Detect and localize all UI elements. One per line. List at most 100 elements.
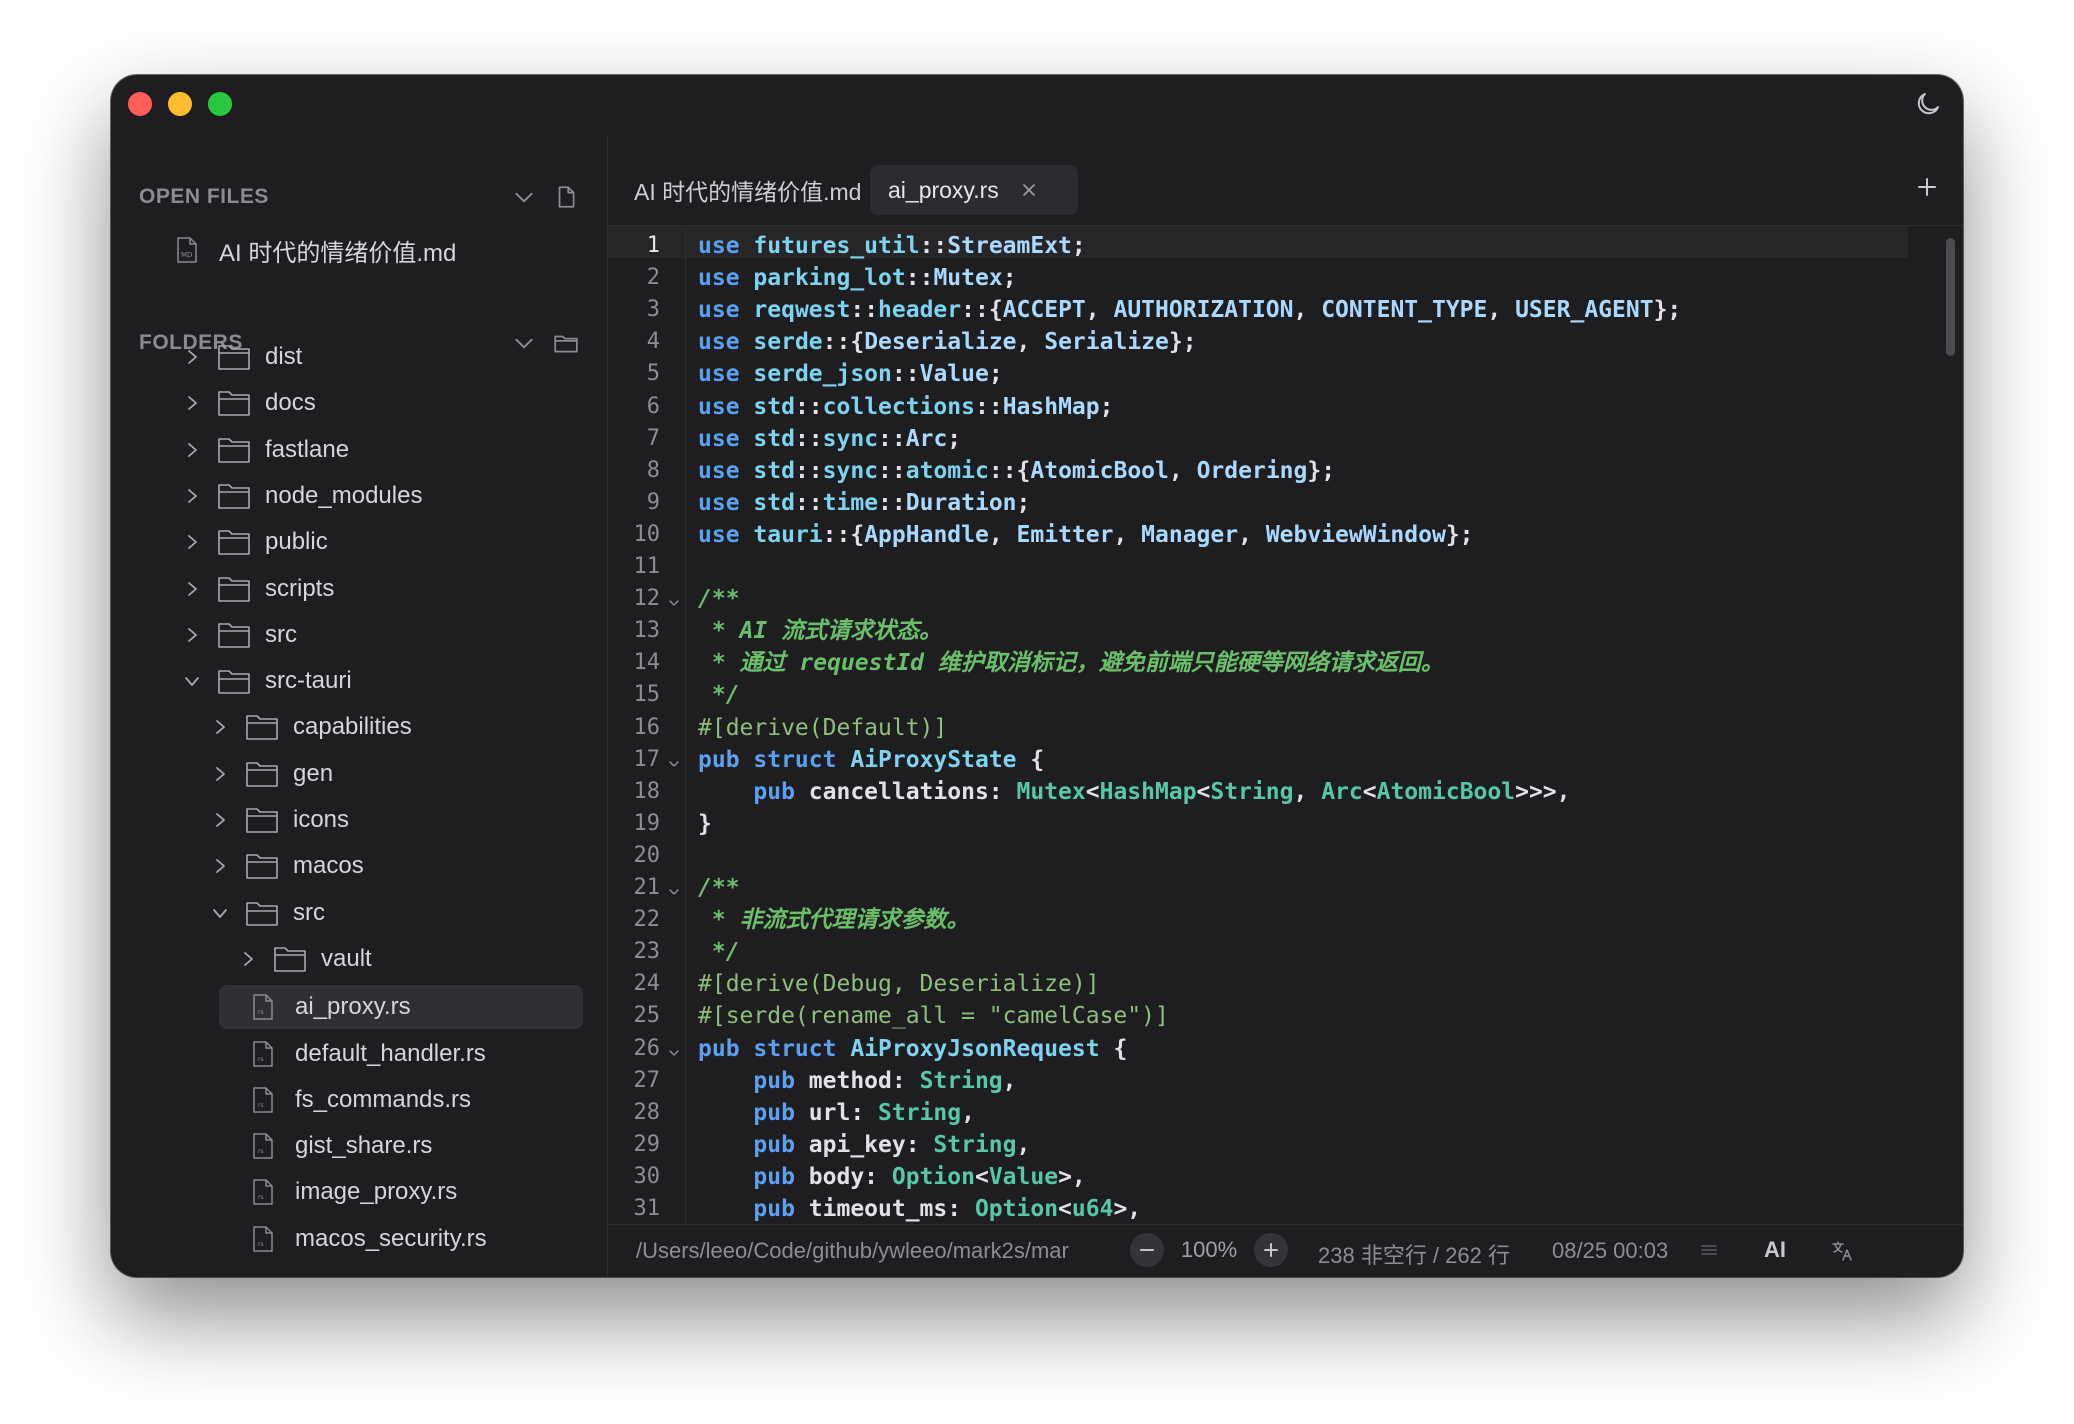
chevron-right-icon[interactable] — [209, 809, 231, 831]
tree-folder-item[interactable]: node_modules — [181, 476, 422, 516]
collapse-chevron-icon[interactable] — [511, 330, 537, 356]
code-token: Arc — [905, 425, 948, 452]
tree-folder-item[interactable]: icons — [209, 800, 349, 840]
tree-folder-item[interactable]: gen — [209, 754, 333, 794]
folder-icon — [218, 576, 250, 602]
line-number: 21 — [633, 875, 661, 900]
code-editor[interactable]: 1 use futures_util::StreamExt; 2 use parkin… — [608, 226, 1963, 1224]
vertical-scrollbar[interactable] — [1946, 238, 1955, 356]
tree-item-label: capabilities — [293, 713, 412, 741]
code-token: ; — [1071, 233, 1086, 259]
chevron-right-icon[interactable] — [181, 531, 203, 553]
code-line: pub struct AiProxyState { — [698, 744, 1044, 776]
line-number: 18 — [633, 778, 661, 804]
outline-icon[interactable] — [1698, 1239, 1720, 1261]
chevron-right-icon[interactable] — [181, 392, 203, 414]
timestamp: 08/25 00:03 — [1552, 1238, 1669, 1263]
code-token: time — [822, 489, 879, 516]
code-token: serde_json — [753, 361, 892, 388]
chevron-right-icon[interactable] — [181, 578, 203, 600]
dark-mode-icon[interactable] — [1913, 89, 1943, 119]
code-token: , — [1487, 297, 1516, 324]
chevron-right-icon[interactable] — [181, 624, 203, 646]
open-folder-icon[interactable] — [553, 330, 579, 356]
tree-file-item[interactable]: rs default_handler.rs — [219, 1032, 583, 1076]
tree-file-item[interactable]: rs gist_share.rs — [219, 1124, 583, 1168]
collapse-chevron-icon[interactable] — [511, 184, 537, 210]
tree-folder-item[interactable]: scripts — [181, 569, 334, 609]
tab-ai-proxy[interactable]: ai_proxy.rs — [870, 165, 1078, 215]
tree-folder-item[interactable]: vault — [237, 939, 372, 979]
close-tab-icon[interactable] — [1021, 182, 1037, 198]
folder-icon — [218, 391, 250, 417]
tree-folder-item[interactable]: capabilities — [209, 707, 412, 747]
translate-icon[interactable] — [1830, 1239, 1854, 1263]
chevron-down-icon[interactable] — [209, 902, 231, 924]
chevron-right-icon[interactable] — [181, 346, 203, 368]
close-window-button[interactable] — [128, 92, 152, 116]
rust-file-icon: rs — [253, 1087, 273, 1113]
code-token: ; — [1016, 489, 1031, 516]
tree-folder-item[interactable]: fastlane — [181, 430, 349, 470]
app-window: OPEN FILES MD AI 时代的情绪价值.md FOLDERS dist… — [111, 75, 1963, 1277]
status-bar: /Users/leeo/Code/github/ywleeo/mark2s/ma… — [608, 1224, 1963, 1277]
folder-icon — [274, 947, 306, 972]
tree-file-item[interactable]: rs image_proxy.rs — [219, 1170, 583, 1214]
ai-button[interactable]: AI — [1764, 1237, 1786, 1263]
code-token: header — [878, 297, 962, 324]
chevron-down-icon[interactable] — [181, 670, 203, 692]
code-token: use — [698, 361, 740, 388]
chevron-right-icon[interactable] — [209, 855, 231, 877]
code-token: { — [1099, 1035, 1128, 1062]
code-token: ::{ — [822, 521, 865, 548]
line-number: 28 — [633, 1099, 661, 1125]
tree-folder-item[interactable]: dist — [181, 337, 302, 377]
zoom-window-button[interactable] — [208, 92, 232, 116]
tree-folder-item[interactable]: src — [209, 893, 325, 933]
fold-chevron-icon[interactable] — [666, 595, 682, 611]
code-token: , — [1293, 297, 1322, 324]
code-token: sync — [822, 425, 879, 452]
tree-file-item[interactable]: rs ai_proxy.rs — [219, 985, 583, 1030]
code-token: Ordering — [1196, 457, 1308, 484]
rust-file-icon: rs — [253, 994, 273, 1020]
code-token: :: — [850, 297, 879, 324]
tree-folder-item[interactable]: public — [181, 522, 328, 562]
chevron-right-icon[interactable] — [237, 948, 259, 970]
folder-icon — [246, 854, 278, 880]
code-token: :: — [878, 489, 906, 516]
markdown-file-icon: MD — [177, 237, 197, 263]
chevron-right-icon[interactable] — [209, 763, 231, 785]
fold-chevron-icon[interactable] — [666, 1045, 682, 1061]
tab-label: ai_proxy.rs — [888, 176, 999, 203]
tree-folder-item[interactable]: macos — [209, 846, 364, 886]
code-token: AtomicBool — [1376, 778, 1516, 805]
line-number: 15 — [633, 682, 661, 708]
tree-file-item[interactable]: rs macos_security.rs — [219, 1217, 583, 1261]
line-number: 30 — [633, 1163, 661, 1189]
folder-icon — [218, 484, 250, 509]
code-token: use — [698, 265, 740, 292]
zoom-out-button[interactable] — [1130, 1233, 1164, 1267]
new-file-icon[interactable] — [553, 184, 579, 210]
tree-folder-item[interactable]: src-tauri — [181, 661, 352, 701]
tree-file-item[interactable]: rs fs_commands.rs — [219, 1078, 583, 1122]
new-tab-icon[interactable] — [1915, 175, 1939, 199]
minimize-window-button[interactable] — [168, 92, 192, 116]
chevron-right-icon[interactable] — [209, 716, 231, 738]
code-token: , — [1002, 1067, 1017, 1094]
zoom-in-button[interactable] — [1254, 1233, 1288, 1267]
chevron-right-icon[interactable] — [181, 439, 203, 461]
open-file-item[interactable]: MD AI 时代的情绪价值.md — [175, 230, 456, 270]
tree-folder-item[interactable]: docs — [181, 383, 316, 423]
fold-chevron-icon[interactable] — [666, 756, 682, 772]
fold-chevron-icon[interactable] — [666, 884, 682, 900]
tree-folder-item[interactable]: src — [181, 615, 297, 655]
chevron-right-icon[interactable] — [181, 485, 203, 507]
code-token: /** — [698, 875, 740, 901]
folder-icon — [218, 670, 250, 694]
